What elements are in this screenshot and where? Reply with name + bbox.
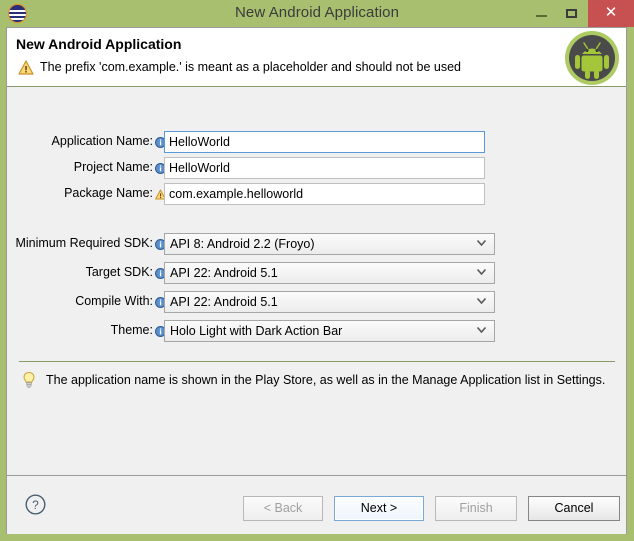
target-sdk-value: API 22: Android 5.1 xyxy=(170,266,278,280)
cancel-button[interactable]: Cancel xyxy=(528,496,620,521)
field-row-application-name: Application Name: xyxy=(7,131,626,153)
application-name-input[interactable] xyxy=(164,131,485,153)
chevron-down-icon xyxy=(473,321,490,341)
help-icon[interactable]: ? xyxy=(25,494,46,515)
target-sdk-label: Target SDK: xyxy=(7,265,153,279)
header-message: The prefix 'com.example.' is meant as a … xyxy=(40,60,461,74)
next-button[interactable]: Next > xyxy=(334,496,424,521)
back-button[interactable]: < Back xyxy=(243,496,323,521)
compile-with-label: Compile With: xyxy=(7,294,153,308)
dialog-header: New Android Application The prefix 'com.… xyxy=(7,28,626,87)
hint-text: The application name is shown in the Pla… xyxy=(46,373,605,387)
dialog-body: New Android Application The prefix 'com.… xyxy=(6,27,627,534)
theme-value: Holo Light with Dark Action Bar xyxy=(170,324,342,338)
target-sdk-select[interactable]: API 22: Android 5.1 xyxy=(164,262,495,284)
application-window: New Android Application ✕ New Android Ap… xyxy=(0,0,634,541)
project-name-label: Project Name: xyxy=(7,160,153,174)
minimum-required-sdk-label: Minimum Required SDK: xyxy=(7,236,153,250)
field-row-compile-with: Compile With: API 22: Android 5.1 xyxy=(7,291,626,313)
chevron-down-icon xyxy=(473,234,490,254)
maximize-icon xyxy=(566,9,577,18)
theme-label: Theme: xyxy=(7,323,153,337)
package-name-input[interactable] xyxy=(164,183,485,205)
application-name-label: Application Name: xyxy=(7,134,153,148)
svg-text:?: ? xyxy=(32,498,39,512)
close-button[interactable]: ✕ xyxy=(588,0,634,27)
minimize-button[interactable] xyxy=(527,0,555,27)
project-name-input[interactable] xyxy=(164,157,485,179)
field-row-project-name: Project Name: xyxy=(7,157,626,179)
lightbulb-icon xyxy=(21,371,37,389)
finish-button[interactable]: Finish xyxy=(435,496,517,521)
chevron-down-icon xyxy=(473,292,490,312)
hint-separator xyxy=(19,361,615,362)
title-bar: New Android Application ✕ xyxy=(0,0,634,27)
dialog-content: Application Name: Project Name: xyxy=(7,87,626,475)
header-title: New Android Application xyxy=(16,36,181,52)
field-row-theme: Theme: Holo Light with Dark Action Bar xyxy=(7,320,626,342)
field-row-minimum-required-sdk: Minimum Required SDK: API 8: Android 2.2… xyxy=(7,233,626,255)
theme-select[interactable]: Holo Light with Dark Action Bar xyxy=(164,320,495,342)
package-name-label: Package Name: xyxy=(7,186,153,200)
close-icon: ✕ xyxy=(588,0,634,27)
dialog-button-bar: ? < Back Next > Finish Cancel xyxy=(7,475,626,534)
warning-icon xyxy=(18,60,34,75)
compile-with-value: API 22: Android 5.1 xyxy=(170,295,278,309)
compile-with-select[interactable]: API 22: Android 5.1 xyxy=(164,291,495,313)
minimum-required-sdk-select[interactable]: API 8: Android 2.2 (Froyo) xyxy=(164,233,495,255)
minimum-required-sdk-value: API 8: Android 2.2 (Froyo) xyxy=(170,237,315,251)
maximize-button[interactable] xyxy=(558,0,586,27)
minimize-icon xyxy=(536,15,547,17)
field-row-target-sdk: Target SDK: API 22: Android 5.1 xyxy=(7,262,626,284)
android-robot-icon xyxy=(564,30,620,86)
chevron-down-icon xyxy=(473,263,490,283)
field-row-package-name: Package Name: xyxy=(7,183,626,205)
